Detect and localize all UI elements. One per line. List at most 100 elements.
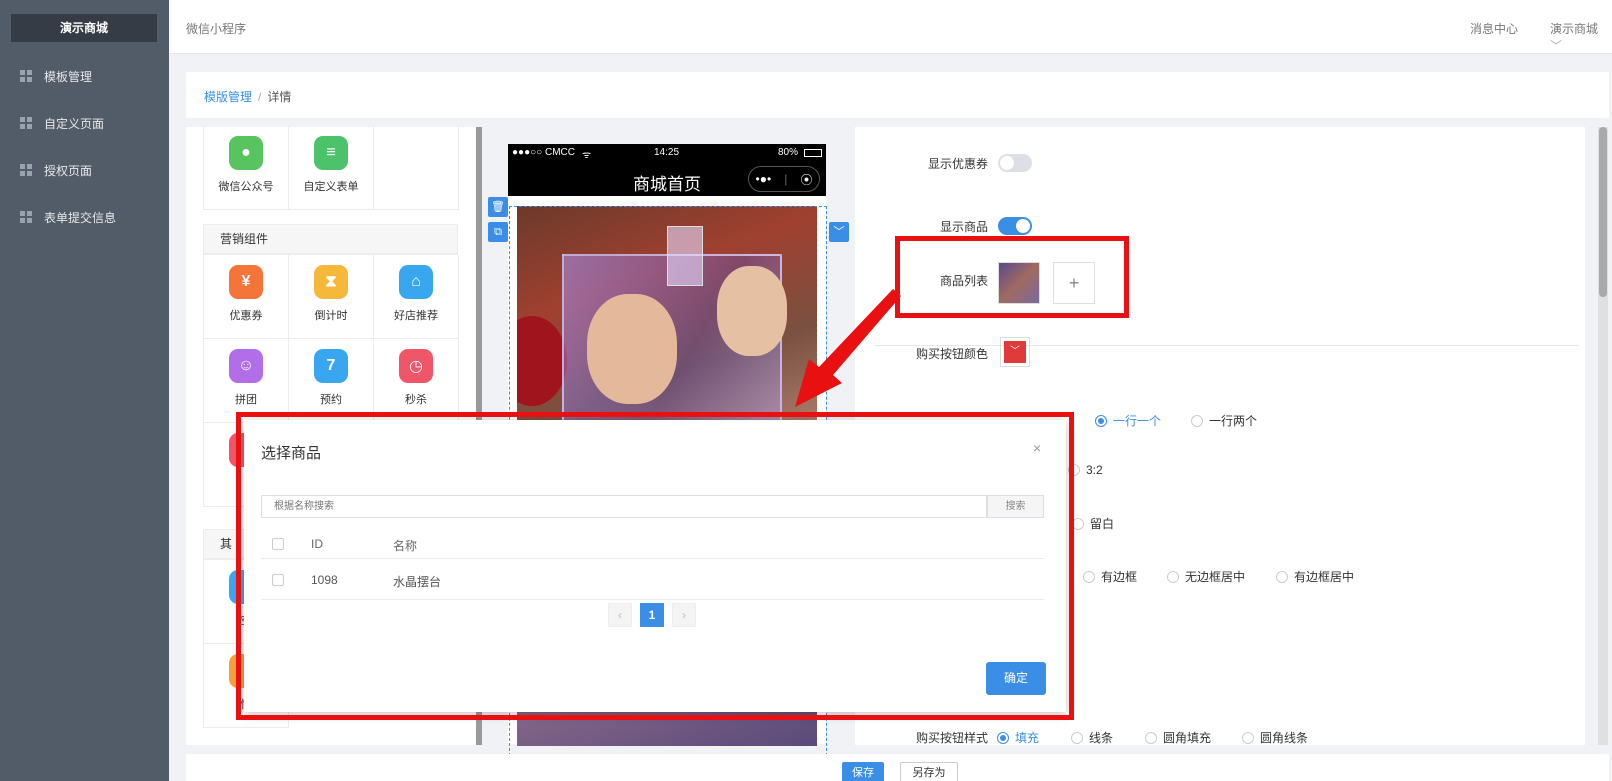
sidebar-item-custom-page[interactable]: 自定义页面 — [0, 111, 169, 135]
calendar-icon: 7 — [314, 349, 348, 383]
grid-icon — [20, 70, 32, 82]
radio-dot — [1145, 731, 1157, 744]
top-bar: 微信小程序 消息中心 演示商城 ﹀ — [169, 0, 1612, 54]
grid-icon — [20, 164, 32, 176]
component-label: 优惠券 — [229, 310, 263, 322]
buy-style-rounded-fill[interactable]: 圆角填充 — [1145, 729, 1211, 746]
sidebar-item-auth-page[interactable]: 授权页面 — [0, 158, 169, 182]
copy-icon[interactable]: ⧉ — [488, 222, 508, 242]
message-center-link[interactable]: 消息中心 — [1470, 20, 1518, 37]
save-button[interactable]: 保存 — [842, 762, 884, 781]
user-menu-label: 演示商城 — [1550, 22, 1599, 36]
radio-dot — [1276, 570, 1288, 583]
radio-label: 无边框居中 — [1185, 570, 1246, 584]
grid-icon — [20, 211, 32, 223]
component-countdown[interactable]: ⧗ 倒计时 — [289, 255, 374, 339]
buy-button-color-label: 购买按钮颜色 — [916, 347, 989, 361]
clock-icon: ◷ — [399, 349, 433, 383]
show-coupon-switch[interactable] — [998, 154, 1032, 172]
component-empty-slot — [374, 127, 459, 210]
phone-status-bar: ●●●○○ CMCC ᯤ 14:25 80% — [508, 144, 826, 162]
radio-dot — [1191, 414, 1203, 427]
component-shop-recommend[interactable]: ⌂ 好店推荐 — [374, 255, 459, 339]
component-flash-sale[interactable]: ◷ 秒杀 — [374, 339, 459, 423]
chevron-down-icon: ﹀ — [1004, 341, 1026, 363]
sidebar: 演示商城 模板管理 自定义页面 授权页面 表单提交信息 — [0, 0, 169, 781]
border-option-bordered-center[interactable]: 有边框居中 — [1276, 568, 1354, 585]
border-option-borderless-center[interactable]: 无边框居中 — [1167, 568, 1245, 585]
radio-dot — [1083, 570, 1095, 583]
component-label: 倒计时 — [314, 310, 348, 322]
buy-button-color-picker[interactable]: ﹀ — [1000, 337, 1030, 367]
sidebar-item-label: 授权页面 — [44, 163, 93, 178]
buy-style-rounded-outline[interactable]: 圆角线条 — [1242, 729, 1308, 746]
highlight-box-goods-list — [895, 236, 1129, 318]
scrollbar-thumb[interactable] — [1599, 127, 1607, 297]
phone-nav-bar: 商城首页 •●• | ⦿ — [508, 162, 826, 196]
chevron-down-icon[interactable]: ﹀ — [829, 222, 849, 242]
component-booking[interactable]: 7 预约 — [289, 339, 374, 423]
layout-option-two-per-row[interactable]: 一行两个 — [1191, 412, 1257, 429]
radio-dot — [997, 731, 1009, 744]
breadcrumb-separator: / — [258, 90, 262, 104]
wechat-icon: ● — [229, 136, 263, 170]
chevron-down-icon: ﹀ — [1550, 39, 1563, 53]
carrier-label: ●●●○○ CMCC — [512, 147, 575, 158]
layout-option-one-per-row[interactable]: 一行一个 — [1095, 412, 1161, 429]
breadcrumb-parent-link[interactable]: 模版管理 — [204, 90, 252, 104]
sidebar-item-form-submissions[interactable]: 表单提交信息 — [0, 205, 169, 229]
switch-knob — [1016, 219, 1030, 233]
save-as-button[interactable]: 另存为 — [900, 762, 958, 781]
grid-icon — [20, 117, 32, 129]
component-group-buy[interactable]: ☺ 拼团 — [204, 339, 289, 423]
component-label: 自定义表单 — [303, 181, 359, 193]
radio-label: 一行两个 — [1209, 414, 1258, 428]
component-grid-basic: ● 微信公众号 ≡ 自定义表单 — [203, 127, 459, 210]
group-icon: ☺ — [229, 349, 263, 383]
show-goods-switch[interactable] — [998, 217, 1032, 235]
radio-label: 有边框居中 — [1294, 570, 1355, 584]
mini-program-capsule[interactable]: •●• | ⦿ — [748, 166, 820, 192]
capsule-divider: | — [784, 172, 788, 186]
switch-knob — [1000, 156, 1014, 170]
coupon-icon: ¥ — [229, 265, 263, 299]
settings-scrollbar[interactable] — [1598, 127, 1608, 745]
radio-dot — [1167, 570, 1179, 583]
shop-icon: ⌂ — [399, 265, 433, 299]
more-icon[interactable]: •●• — [756, 172, 772, 186]
sidebar-item-template-management[interactable]: 模板管理 — [0, 64, 169, 88]
close-target-icon[interactable]: ⦿ — [800, 171, 812, 188]
highlight-box-modal — [236, 412, 1074, 720]
wifi-icon: ᯤ — [582, 150, 592, 161]
sidebar-item-label: 表单提交信息 — [44, 210, 117, 225]
radio-label: 3:2 — [1086, 463, 1103, 477]
show-goods-label: 显示商品 — [940, 220, 989, 234]
radio-label: 有边框 — [1101, 570, 1138, 584]
buy-style-outline[interactable]: 线条 — [1071, 729, 1113, 746]
app-title: 微信小程序 — [186, 22, 247, 36]
radio-dot — [1071, 731, 1083, 744]
component-label: 秒杀 — [405, 394, 427, 406]
marketing-section-title: 营销组件 — [203, 224, 458, 254]
fill-option-whitespace[interactable]: 留白 — [1072, 515, 1114, 532]
component-custom-form[interactable]: ≡ 自定义表单 — [289, 127, 374, 210]
component-coupon[interactable]: ¥ 优惠券 — [204, 255, 289, 339]
radio-label: 圆角线条 — [1260, 731, 1309, 745]
arrow-icon — [795, 289, 901, 407]
radio-label: 填充 — [1015, 731, 1040, 745]
battery-label: 80% — [778, 147, 799, 158]
sidebar-item-label: 自定义页面 — [44, 116, 105, 131]
component-wechat-official[interactable]: ● 微信公众号 — [204, 127, 289, 210]
hourglass-icon: ⧗ — [314, 265, 348, 299]
brand-logo[interactable]: 演示商城 — [11, 14, 157, 42]
radio-label: 留白 — [1090, 517, 1115, 531]
user-menu[interactable]: 演示商城 ﹀ — [1550, 20, 1612, 54]
border-option-bordered[interactable]: 有边框 — [1083, 568, 1137, 585]
buy-style-fill[interactable]: 填充 — [997, 729, 1039, 746]
component-label: 拼团 — [235, 394, 257, 406]
radio-label: 圆角填充 — [1163, 731, 1212, 745]
form-icon: ≡ — [314, 136, 348, 170]
delete-icon[interactable]: 🗑 — [488, 197, 508, 217]
component-label: 好店推荐 — [394, 310, 438, 322]
component-label: 预约 — [320, 394, 342, 406]
